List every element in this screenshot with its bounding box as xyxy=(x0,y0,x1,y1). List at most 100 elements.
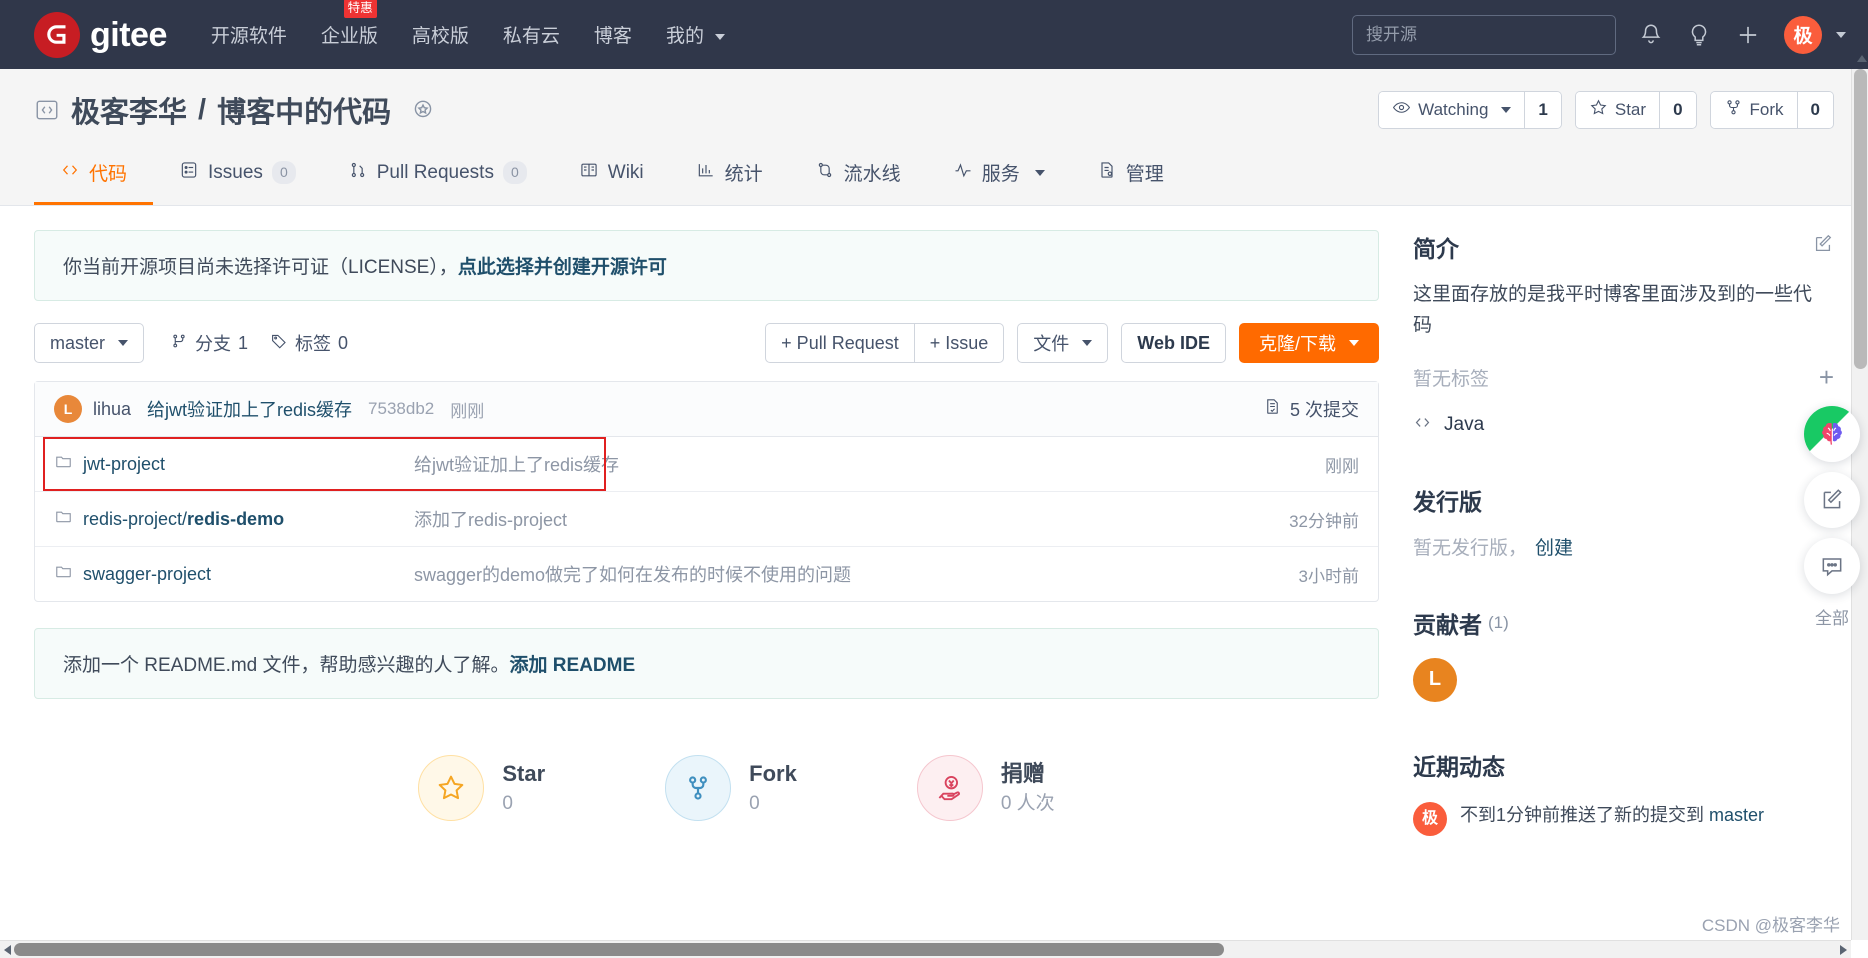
table-row[interactable]: jwt-project 给jwt验证加上了redis缓存 刚刚 xyxy=(35,437,1378,492)
horizontal-scrollbar-thumb[interactable] xyxy=(14,943,1224,956)
clone-download-button[interactable]: 克隆/下载 xyxy=(1238,323,1379,363)
code-icon xyxy=(1413,413,1432,437)
repository-header: 极客李华 / 博客中的代码 Watching 1 Star 0 Fork 0 代… xyxy=(0,69,1868,206)
contributor-avatar[interactable]: L xyxy=(1413,657,1457,702)
watching-count[interactable]: 1 xyxy=(1524,92,1561,128)
repo-name-link[interactable]: 博客中的代码 xyxy=(217,89,391,131)
files-dropdown-button[interactable]: 文件 xyxy=(1017,323,1109,363)
vertical-scrollbar-thumb[interactable] xyxy=(1854,55,1867,369)
commit-message[interactable]: 给jwt验证加上了redis缓存 xyxy=(147,396,352,422)
tags-link[interactable]: 标签 0 xyxy=(270,330,348,356)
chevron-down-icon xyxy=(1082,340,1093,346)
stat-fork[interactable]: Fork 0 xyxy=(665,755,797,821)
file-name-cell[interactable]: redis-project/redis-demo xyxy=(54,507,414,531)
file-commit-message[interactable]: 添加了redis-project xyxy=(414,506,1289,532)
manage-icon xyxy=(1097,160,1117,186)
tab-code[interactable]: 代码 xyxy=(34,145,154,205)
watching-button[interactable]: Watching xyxy=(1379,92,1525,128)
scroll-left-arrow-icon[interactable] xyxy=(4,944,11,955)
web-ide-button[interactable]: Web IDE xyxy=(1121,323,1226,363)
search-input[interactable] xyxy=(1352,14,1616,55)
topnav-link-privatecloud[interactable]: 私有云 xyxy=(503,21,560,48)
star-button[interactable]: Star xyxy=(1575,92,1660,128)
repo-language[interactable]: Java xyxy=(1413,413,1834,437)
view-all-link[interactable]: 全部 xyxy=(1815,604,1849,629)
tab-label: 代码 xyxy=(89,164,128,185)
stat-donate[interactable]: 捐赠 0 人次 xyxy=(916,755,1055,821)
history-icon xyxy=(1263,397,1282,421)
commits-count-link[interactable]: 5 次提交 xyxy=(1263,396,1359,422)
topnav-link-blog[interactable]: 博客 xyxy=(594,21,632,48)
chevron-down-icon xyxy=(1034,169,1045,176)
repo-toolbar: master 分支 1 标签 0 + Pull Request + Issue … xyxy=(34,323,1379,363)
page-title: 极客李华 / 博客中的代码 xyxy=(34,89,436,131)
lightbulb-icon[interactable] xyxy=(1686,22,1712,48)
commit-time: 刚刚 xyxy=(450,401,485,421)
file-commit-message[interactable]: swagger的demo做完了如何在发布的时候不使用的问题 xyxy=(414,561,1299,587)
file-name-label: jwt-project xyxy=(83,453,166,474)
table-row[interactable]: redis-project/redis-demo 添加了redis-projec… xyxy=(35,492,1378,547)
file-name-cell[interactable]: swagger-project xyxy=(54,562,414,586)
branches-count: 1 xyxy=(238,332,249,353)
activity-icon xyxy=(953,160,973,186)
branch-selector[interactable]: master xyxy=(34,323,145,363)
tab-label: 统计 xyxy=(724,164,763,185)
fork-button[interactable]: Fork xyxy=(1710,92,1797,128)
avatar[interactable]: 极 xyxy=(1413,801,1447,836)
repo-title-separator: / xyxy=(198,93,207,126)
table-row[interactable]: swagger-project swagger的demo做完了如何在发布的时候不… xyxy=(35,547,1378,601)
topnav-link-education[interactable]: 高校版 xyxy=(412,21,469,48)
topnav-link-mine[interactable]: 我的 xyxy=(666,21,726,48)
plus-icon[interactable] xyxy=(1734,21,1762,49)
branches-link[interactable]: 分支 1 xyxy=(170,330,248,356)
stat-star[interactable]: Star 0 xyxy=(418,755,545,821)
ai-brain-icon[interactable] xyxy=(1804,406,1860,462)
code-repo-icon xyxy=(34,97,60,123)
tab-pipeline[interactable]: 流水线 xyxy=(789,145,927,205)
user-menu[interactable]: 极 xyxy=(1784,15,1846,54)
edit-icon[interactable] xyxy=(1812,233,1834,261)
comment-icon[interactable] xyxy=(1804,538,1860,594)
create-license-link[interactable]: 点此选择并创建开源许可 xyxy=(458,257,667,278)
star-count[interactable]: 0 xyxy=(1659,92,1696,128)
file-name-cell[interactable]: jwt-project xyxy=(54,452,414,476)
horizontal-scrollbar[interactable] xyxy=(0,940,1851,958)
activity-branch-link[interactable]: master xyxy=(1709,805,1764,825)
book-icon xyxy=(579,160,599,186)
new-pull-request-button[interactable]: + Pull Request xyxy=(765,323,914,363)
repo-owner-link[interactable]: 极客李华 xyxy=(71,89,187,131)
tab-services[interactable]: 服务 xyxy=(927,145,1071,205)
topnav-right-group: 极 xyxy=(1352,14,1846,55)
add-tag-icon[interactable]: + xyxy=(1819,364,1834,390)
star-button-group[interactable]: Star 0 xyxy=(1574,91,1697,129)
watching-button-group[interactable]: Watching 1 xyxy=(1378,91,1562,129)
fork-count[interactable]: 0 xyxy=(1796,92,1833,128)
new-issue-button[interactable]: + Issue xyxy=(913,323,1005,363)
tab-issues[interactable]: Issues 0 xyxy=(153,145,322,205)
commit-sha[interactable]: 7538db2 xyxy=(368,399,434,419)
add-readme-link[interactable]: 添加 README xyxy=(510,655,636,676)
tab-stats[interactable]: 统计 xyxy=(670,145,789,205)
scroll-up-arrow-icon[interactable] xyxy=(1857,55,1867,62)
readme-notice-banner: 添加一个 README.md 文件，帮助感兴趣的人了解。添加 README xyxy=(34,628,1379,699)
topnav-link-enterprise[interactable]: 企业版 特惠 xyxy=(321,0,378,48)
file-commit-message[interactable]: 给jwt验证加上了redis缓存 xyxy=(414,451,1325,477)
commit-author[interactable]: lihua xyxy=(93,399,131,420)
fork-button-group[interactable]: Fork 0 xyxy=(1709,91,1834,129)
file-commit-time: 刚刚 xyxy=(1325,456,1359,476)
tags-label: 标签 xyxy=(295,334,332,354)
create-release-link[interactable]: 创建 xyxy=(1535,538,1573,559)
scroll-right-arrow-icon[interactable] xyxy=(1840,944,1847,955)
bell-icon[interactable] xyxy=(1638,22,1664,48)
tab-manage[interactable]: 管理 xyxy=(1071,145,1190,205)
award-badge-icon[interactable] xyxy=(410,97,436,123)
tab-pull-requests[interactable]: Pull Requests 0 xyxy=(322,145,553,205)
tab-wiki[interactable]: Wiki xyxy=(553,145,670,205)
topnav-link-label: 私有云 xyxy=(502,26,560,47)
edit-icon[interactable] xyxy=(1804,472,1860,528)
gitee-logo[interactable]: gitee xyxy=(34,11,167,58)
latest-commit-row: L lihua 给jwt验证加上了redis缓存 7538db2 刚刚 5 次提… xyxy=(35,382,1378,437)
floating-action-rail: 全部 xyxy=(1804,406,1860,629)
topnav-link-opensource[interactable]: 开源软件 xyxy=(211,21,287,48)
toolbar-right-group: + Pull Request + Issue 文件 Web IDE 克隆/下载 xyxy=(765,323,1379,363)
